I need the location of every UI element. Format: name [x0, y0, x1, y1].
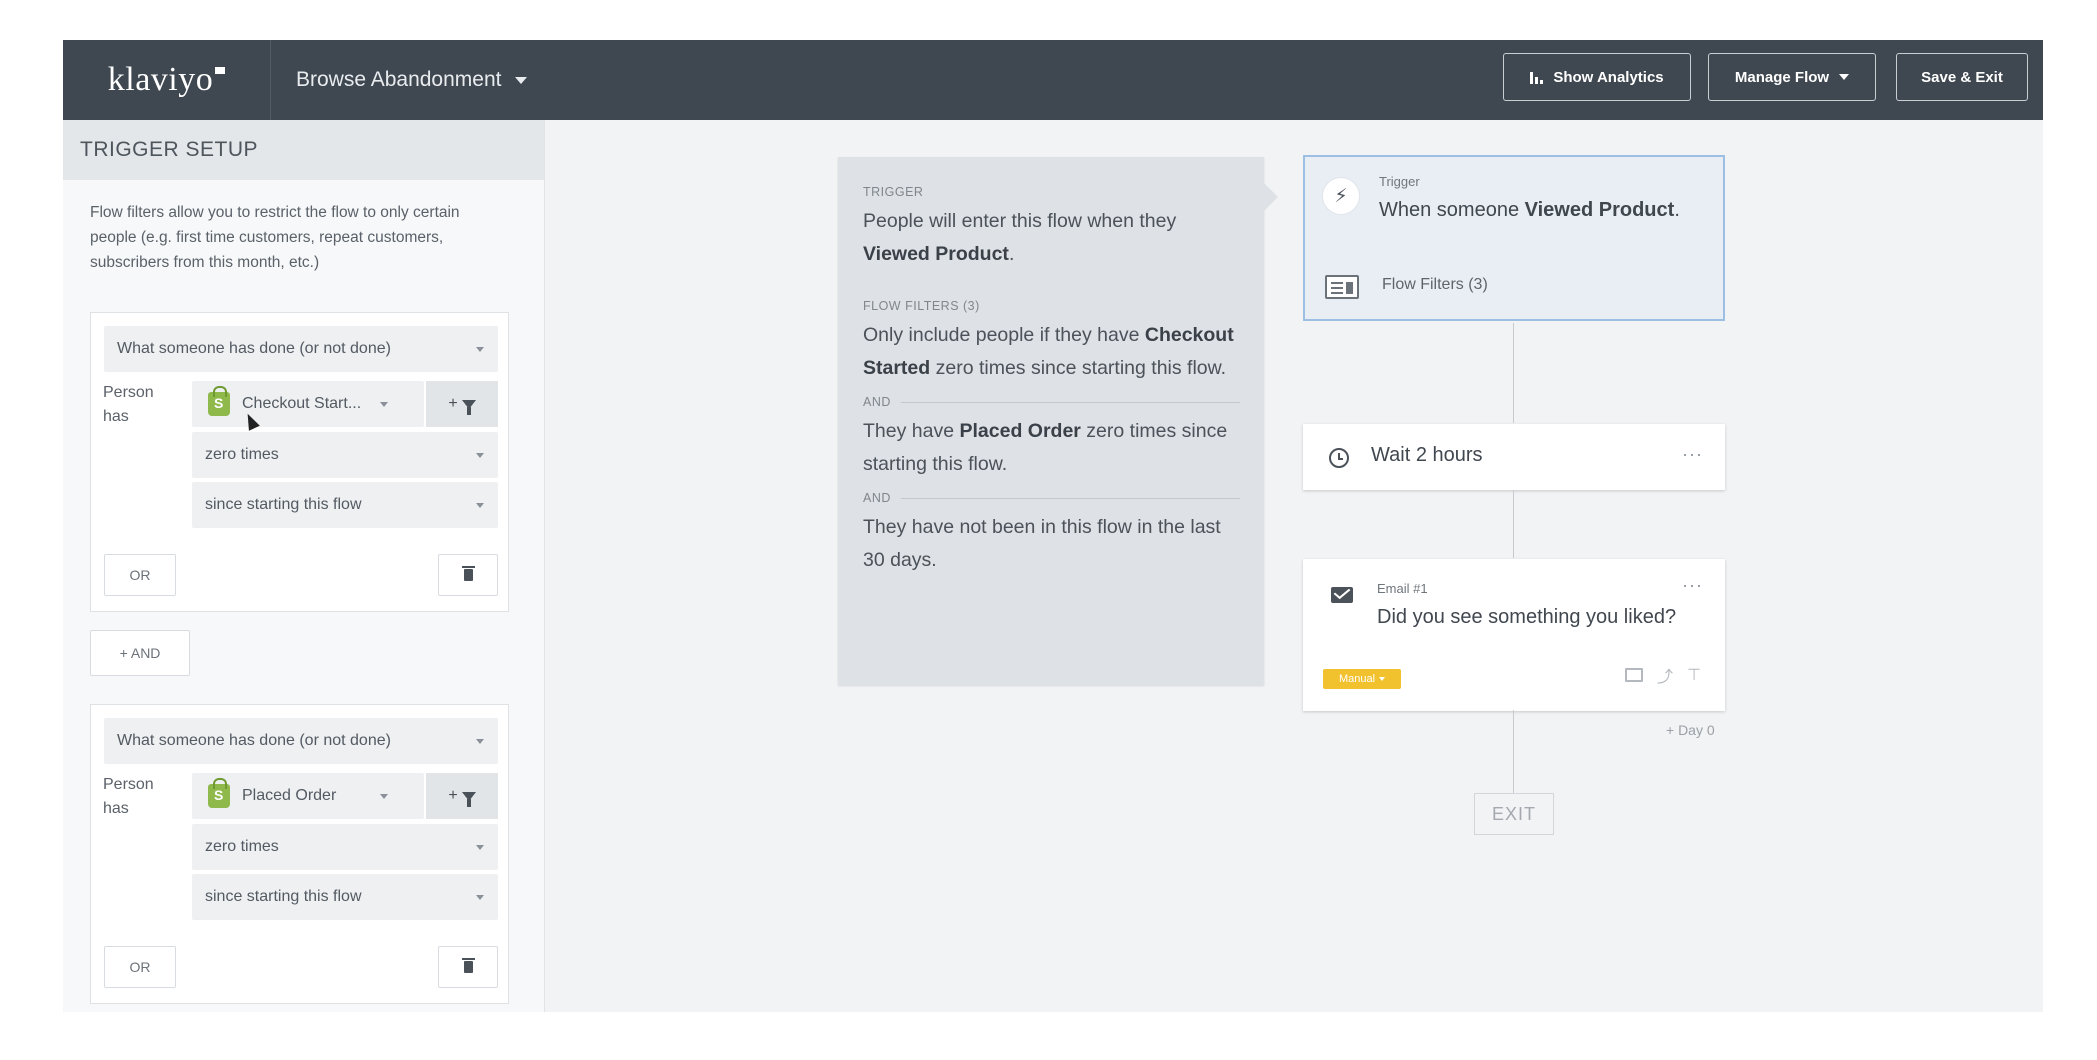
frequency-value: zero times	[205, 838, 279, 855]
flow-connector	[1513, 710, 1514, 793]
shopify-icon	[208, 778, 230, 808]
chevron-down-icon	[380, 794, 388, 799]
chevron-down-icon	[476, 453, 484, 458]
frequency-select[interactable]: zero times	[192, 824, 498, 870]
clock-icon	[1329, 448, 1349, 468]
flow-filters-heading: FLOW FILTERS (3)	[863, 299, 980, 313]
chevron-down-icon	[476, 503, 484, 508]
exit-node: EXIT	[1474, 793, 1554, 835]
email-subject: Did you see something you liked?	[1377, 606, 1677, 628]
filter-summary-1: Only include people if they have Checkou…	[863, 324, 1234, 379]
manage-flow-label: Manage Flow	[1734, 68, 1830, 86]
trigger-node[interactable]: ⚡︎ Trigger When someone Viewed Product. …	[1303, 155, 1725, 321]
flow-filters-icon	[1325, 275, 1359, 299]
chevron-down-icon	[1839, 74, 1850, 80]
filter-card: What someone has done (or not done) Pers…	[90, 704, 509, 1004]
condition-select[interactable]: What someone has done (or not done)	[104, 718, 498, 764]
flow-connector	[1513, 323, 1514, 423]
preview-icon[interactable]	[1625, 668, 1644, 682]
bar-chart-icon	[1530, 70, 1544, 84]
email-node[interactable]: Email #1 Did you see something you liked…	[1303, 559, 1725, 711]
condition-value: What someone has done (or not done)	[117, 340, 391, 357]
app-window: klaviyo Browse Abandonment Show Analytic…	[63, 40, 2043, 1012]
email-node-actions: ⤴︎ ⊤	[1625, 663, 1701, 687]
more-options-icon[interactable]: ···	[1682, 444, 1703, 465]
timeframe-value: since starting this flow	[205, 888, 362, 905]
filter-icon[interactable]: ⊤	[1687, 665, 1701, 685]
trash-icon	[461, 958, 475, 973]
flow-filters-link[interactable]: Flow Filters (3)	[1382, 276, 1488, 294]
more-options-icon[interactable]: ···	[1682, 575, 1703, 596]
or-button[interactable]: OR	[104, 946, 176, 988]
logo-text: klaviyo	[107, 61, 214, 98]
show-analytics-button[interactable]: Show Analytics	[1503, 53, 1691, 101]
branch-icon[interactable]: ⤴︎	[1657, 663, 1673, 687]
chevron-down-icon	[380, 402, 388, 407]
panel-description: Flow filters allow you to restrict the f…	[90, 204, 460, 271]
metric-value: Placed Order	[242, 787, 337, 804]
top-bar: klaviyo Browse Abandonment Show Analytic…	[63, 40, 2043, 120]
frequency-select[interactable]: zero times	[192, 432, 498, 478]
frequency-value: zero times	[205, 446, 279, 463]
flow-connector	[1513, 490, 1514, 558]
filter-summary-2: They have Placed Order zero times since …	[863, 420, 1228, 475]
add-property-filter-button[interactable]: +	[426, 773, 498, 819]
envelope-icon	[1331, 587, 1353, 603]
day-offset-label: + Day 0	[1666, 722, 1715, 738]
timeframe-select[interactable]: since starting this flow	[192, 482, 498, 528]
chevron-down-icon	[476, 347, 484, 352]
chevron-down-icon	[476, 845, 484, 850]
trigger-node-text: When someone Viewed Product.	[1379, 199, 1680, 221]
manual-status-badge[interactable]: Manual	[1323, 669, 1401, 689]
add-property-filter-button[interactable]: +	[426, 381, 498, 427]
chevron-down-icon	[515, 76, 528, 84]
timeframe-select[interactable]: since starting this flow	[192, 874, 498, 920]
filter-card: What someone has done (or not done) Pers…	[90, 312, 509, 612]
or-button[interactable]: OR	[104, 554, 176, 596]
save-exit-button[interactable]: Save & Exit	[1896, 53, 2028, 101]
funnel-icon	[461, 399, 476, 415]
logo-flag-icon	[215, 66, 226, 74]
metric-select[interactable]: Placed Order	[192, 773, 424, 819]
manage-flow-button[interactable]: Manage Flow	[1708, 53, 1876, 101]
chevron-down-icon	[476, 895, 484, 900]
flow-name: Browse Abandonment	[296, 68, 502, 91]
metric-value: Checkout Start...	[242, 395, 362, 412]
trigger-node-label: Trigger	[1379, 174, 1420, 189]
person-has-label: Person has	[103, 776, 154, 817]
filter-summary-3: They have not been in this flow in the l…	[863, 516, 1221, 571]
timeframe-value: since starting this flow	[205, 496, 362, 513]
chevron-down-icon	[1379, 677, 1386, 681]
chevron-down-icon	[476, 739, 484, 744]
delete-filter-button[interactable]	[438, 946, 498, 988]
delete-filter-button[interactable]	[438, 554, 498, 596]
person-has-label: Person has	[103, 384, 154, 425]
time-delay-node[interactable]: Wait 2 hours ···	[1303, 424, 1725, 490]
and-separator: AND	[863, 395, 1240, 409]
trigger-heading: TRIGGER	[863, 185, 924, 199]
trigger-summary-box: TRIGGER People will enter this flow when…	[838, 157, 1278, 685]
shopify-icon	[208, 386, 230, 416]
condition-value: What someone has done (or not done)	[117, 732, 391, 749]
panel-header: TRIGGER SETUP	[63, 120, 544, 180]
save-exit-label: Save & Exit	[1921, 68, 2003, 86]
funnel-icon	[461, 791, 476, 807]
trigger-setup-panel: TRIGGER SETUP Flow filters allow you to …	[63, 120, 545, 1012]
metric-select[interactable]: Checkout Start...	[192, 381, 424, 427]
email-node-label: Email #1	[1377, 581, 1428, 596]
and-separator: AND	[863, 491, 1240, 505]
trash-icon	[461, 566, 475, 581]
add-and-button[interactable]: + AND	[90, 630, 190, 676]
show-analytics-label: Show Analytics	[1553, 68, 1664, 86]
time-delay-text: Wait 2 hours	[1371, 444, 1483, 466]
trigger-summary: People will enter this flow when they Vi…	[863, 210, 1177, 265]
condition-select[interactable]: What someone has done (or not done)	[104, 326, 498, 372]
flow-name-dropdown[interactable]: Browse Abandonment	[296, 40, 528, 120]
klaviyo-logo[interactable]: klaviyo	[63, 40, 271, 120]
lightning-icon: ⚡︎	[1322, 177, 1360, 215]
